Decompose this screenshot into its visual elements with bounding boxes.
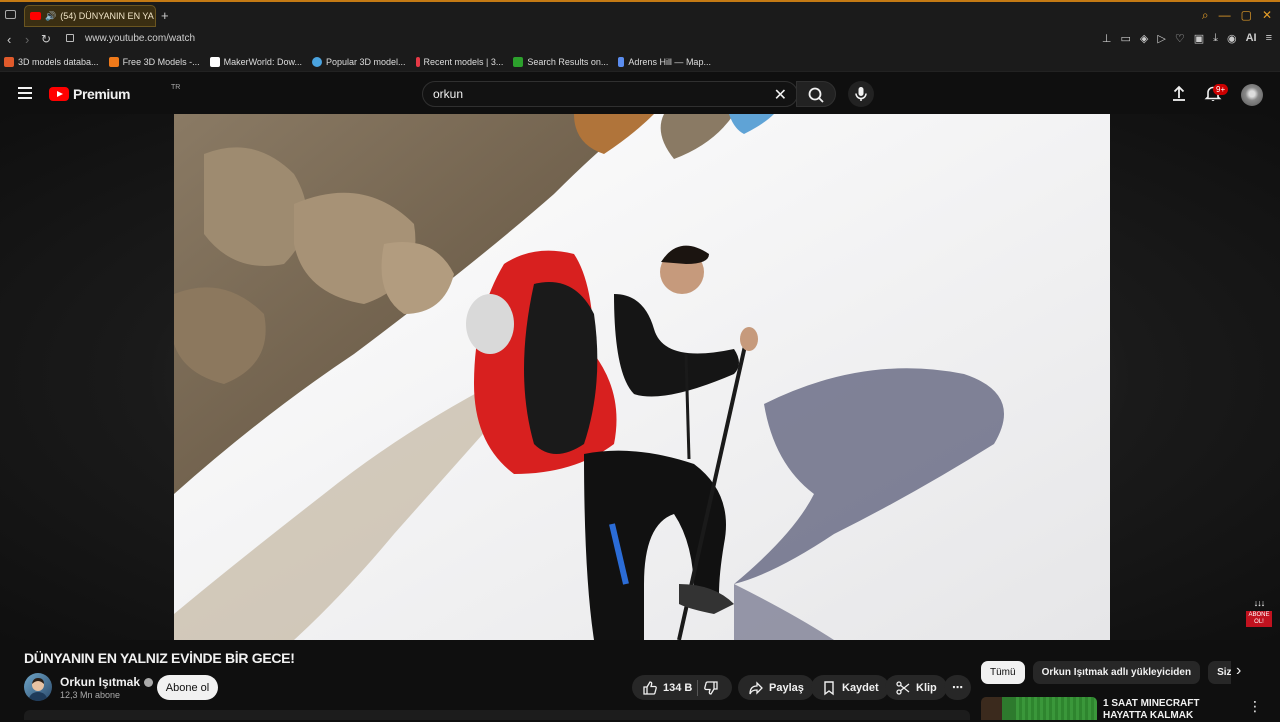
video-frame [174, 114, 1110, 640]
browser-tab-bar: 🔊 (54) DÜNYANIN EN YA + ⌕ — ▢ ✕ [0, 0, 1280, 28]
wallet-icon[interactable]: ▣ [1194, 32, 1204, 45]
chevron-right-icon[interactable]: › [1236, 662, 1250, 682]
related-filter-chips: Tümü Orkun Işıtmak adlı yükleyiciden Siz… [981, 661, 1231, 685]
bookmark-favicon-icon [513, 56, 524, 67]
reload-icon[interactable]: ↻ [41, 32, 51, 46]
channel-face-icon [28, 678, 48, 701]
search-input[interactable] [433, 86, 763, 102]
bookmark-favicon-icon [209, 56, 220, 67]
tab-title: (54) DÜNYANIN EN YA [60, 11, 154, 21]
play-icon[interactable]: ▷ [1157, 32, 1165, 45]
search-tabs-icon[interactable]: ⌕ [1202, 8, 1209, 23]
search-icon [808, 87, 824, 103]
menu-icon[interactable]: ≡ [1266, 32, 1272, 45]
arrows-down-icon: ↓↓↓ [1253, 598, 1266, 608]
bookmark-favicon-icon [311, 56, 322, 67]
forward-icon[interactable]: › [25, 32, 29, 47]
search-box: ✕ [422, 81, 798, 107]
minimize-icon[interactable]: — [1219, 8, 1231, 23]
notification-count-badge: 9+ [1213, 84, 1229, 95]
window-icon[interactable] [5, 10, 16, 19]
account-avatar[interactable] [1241, 84, 1263, 106]
address-bar-row: ‹ › ↻ www.youtube.com/watch ⊥ ▭ ◈ ▷ ♡ ▣ … [0, 28, 1280, 52]
recommendation-menu-icon[interactable]: ⋮ [1248, 698, 1262, 715]
like-divider [697, 679, 699, 696]
video-title: DÜNYANIN EN YALNIZ EVİNDE BİR GECE! [24, 650, 295, 666]
pin-icon[interactable]: ⊥ [1102, 32, 1112, 45]
snapshot-icon[interactable]: ▭ [1120, 32, 1130, 45]
voice-search-button[interactable] [848, 81, 874, 107]
browser-tab-active[interactable]: 🔊 (54) DÜNYANIN EN YA [24, 5, 156, 27]
logo-word: Premium [73, 86, 131, 102]
verified-check-icon [144, 678, 154, 688]
logo-region: TR [171, 84, 181, 91]
new-tab-button[interactable]: + [161, 8, 169, 23]
recommendation-title[interactable]: 1 SAAT MINECRAFT HAYATTA KALMAK [1103, 698, 1243, 722]
bookmark-favicon-icon [4, 56, 14, 67]
bookmark-icon [824, 680, 834, 695]
like-dislike-group: 134 B [632, 675, 732, 700]
video-stage: ↓↓↓ ABONE OL! [0, 114, 1280, 640]
bookmark-item[interactable]: MakerWorld: Dow... [209, 56, 302, 67]
maximize-icon[interactable]: ▢ [1241, 8, 1252, 23]
back-icon[interactable]: ‹ [7, 32, 11, 47]
more-icon: ⋯ [952, 682, 963, 694]
abone-ol-label: ABONE OL! [1246, 611, 1272, 627]
bookmark-item[interactable]: Search Results on... [513, 56, 608, 67]
address-bar-icons: ⊥ ▭ ◈ ▷ ♡ ▣ ⤓ ◉ AI ≡ [1102, 32, 1272, 45]
speaker-icon[interactable]: 🔊 [45, 11, 56, 22]
hamburger-menu-icon[interactable] [18, 87, 32, 99]
dislike-icon[interactable] [703, 680, 719, 696]
microphone-icon [855, 87, 867, 101]
bookmark-item[interactable]: Adrens Hill — Map... [618, 56, 711, 67]
channel-name[interactable]: Orkun Işıtmak [60, 675, 154, 689]
window-controls: ⌕ — ▢ ✕ [1202, 8, 1272, 23]
subscribe-button[interactable]: Abone ol [157, 675, 218, 700]
chip-for-you[interactable]: Size ö [1208, 661, 1231, 684]
bookmark-item[interactable]: Popular 3D model... [311, 56, 406, 67]
share-button[interactable]: Paylaş [738, 675, 814, 700]
bookmark-favicon-icon [618, 56, 625, 67]
ai-label[interactable]: AI [1246, 32, 1257, 45]
chip-from-uploader[interactable]: Orkun Işıtmak adlı yükleyiciden [1032, 661, 1201, 684]
clip-button[interactable]: Klip [885, 675, 947, 700]
clear-search-icon[interactable]: ✕ [774, 85, 787, 105]
like-icon[interactable] [642, 680, 658, 696]
bookmark-item[interactable]: 3D models databa... [4, 56, 99, 67]
video-player[interactable] [174, 114, 1110, 640]
lock-icon [66, 34, 74, 42]
youtube-favicon-icon [30, 12, 41, 20]
share-icon [749, 680, 763, 695]
close-window-icon[interactable]: ✕ [1262, 8, 1272, 23]
profile-icon[interactable]: ◉ [1227, 32, 1237, 45]
youtube-play-icon [49, 87, 69, 101]
description-box[interactable] [24, 710, 970, 720]
bookmark-item[interactable]: Free 3D Models -... [108, 56, 200, 67]
more-actions-button[interactable]: ⋯ [944, 675, 971, 700]
like-count[interactable]: 134 B [663, 682, 692, 694]
download-icon[interactable]: ⤓ [1213, 32, 1218, 45]
channel-avatar[interactable] [24, 673, 52, 701]
bookmark-item[interactable]: Recent models | 3... [415, 56, 503, 67]
video-info-section: DÜNYANIN EN YALNIZ EVİNDE BİR GECE! Orku… [0, 640, 1280, 722]
recommendation-thumbnail[interactable] [981, 697, 1097, 720]
bookmark-favicon-icon [415, 56, 420, 67]
scissors-icon [896, 680, 910, 695]
save-button[interactable]: Kaydet [811, 675, 889, 700]
search-button[interactable] [796, 81, 836, 107]
heart-icon[interactable]: ♡ [1175, 32, 1185, 45]
address-bar[interactable]: www.youtube.com/watch [85, 33, 195, 44]
upload-icon[interactable] [1170, 84, 1188, 102]
shield-icon[interactable]: ◈ [1140, 32, 1148, 45]
chip-all[interactable]: Tümü [981, 661, 1025, 684]
subscribe-overlay-badge[interactable]: ↓↓↓ ABONE OL! [1246, 598, 1272, 627]
youtube-header: Premium TR ✕ [0, 72, 1280, 114]
subscriber-count: 12,3 Mn abone [60, 690, 121, 700]
youtube-premium-logo[interactable]: Premium TR [49, 84, 180, 102]
bookmarks-bar: 3D models databa... Free 3D Models -... … [0, 52, 1280, 72]
bookmark-favicon-icon [108, 56, 119, 67]
